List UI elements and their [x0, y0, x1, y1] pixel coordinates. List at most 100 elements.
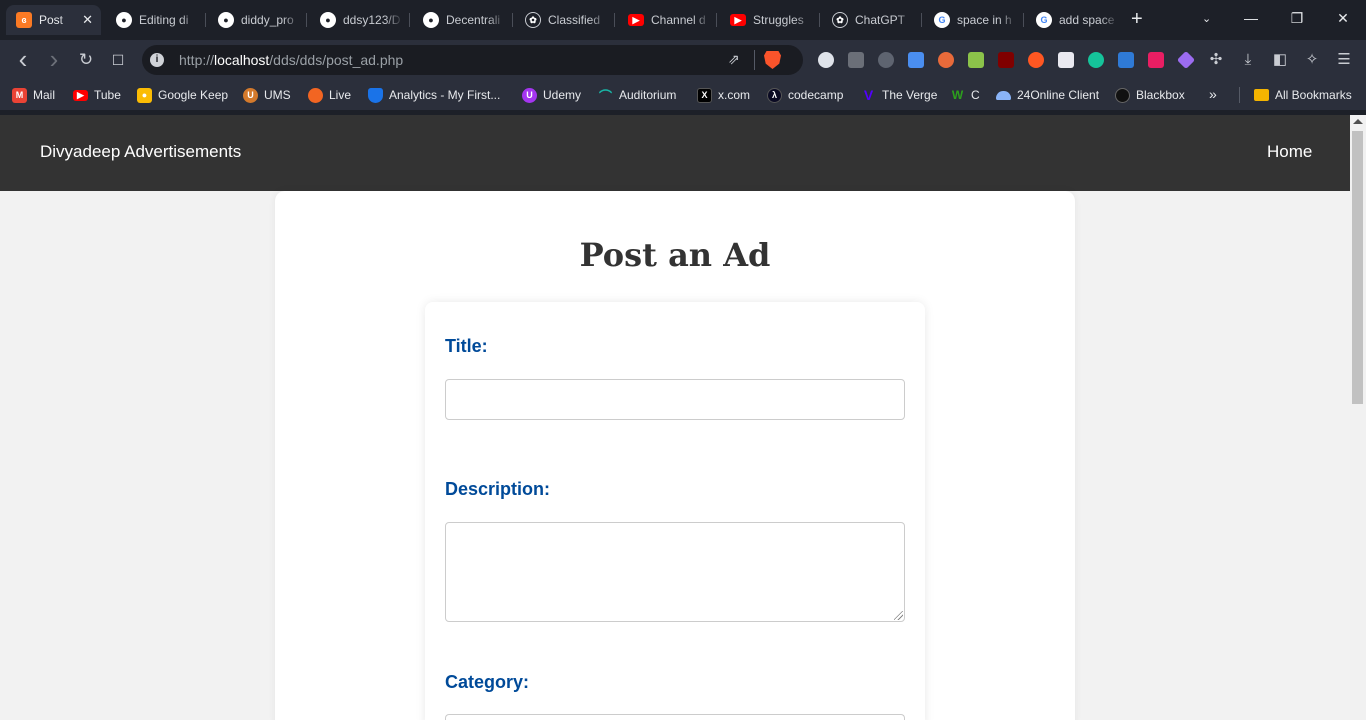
extension-glasses-icon[interactable]: [818, 52, 834, 68]
category-label: Category:: [445, 672, 530, 692]
bookmark-label: The Verge: [882, 88, 938, 102]
bookmark-label: Auditorium: [619, 88, 677, 102]
tab-label: add space: [1059, 13, 1115, 27]
bookmark-x[interactable]: Xx.com: [697, 87, 750, 103]
extension-plus-icon[interactable]: [1028, 52, 1044, 68]
bookmark-live[interactable]: Live: [308, 87, 351, 103]
bookmark-the-verge[interactable]: V The Verge: [861, 87, 938, 103]
ublock-icon[interactable]: [998, 52, 1014, 68]
tab-ddsy123[interactable]: ● ddsy123/D: [310, 5, 406, 35]
bookmark-label: Google Keep: [158, 88, 229, 102]
tab-separator: [819, 13, 820, 27]
bookmarks-overflow-icon[interactable]: »: [1209, 86, 1217, 102]
share-icon[interactable]: ⇗: [728, 51, 740, 68]
bookmark-c[interactable]: WC: [950, 87, 980, 103]
bookmark-blackbox[interactable]: Blackbox: [1115, 87, 1185, 103]
sidebar-toggle-icon[interactable]: ◧: [1270, 50, 1290, 70]
menu-icon[interactable]: ☰: [1334, 50, 1354, 70]
category-select[interactable]: [445, 714, 905, 720]
restore-button[interactable]: ❐: [1287, 10, 1307, 27]
tab-separator: [409, 13, 410, 27]
bookmark-tube[interactable]: ▶ Tube: [73, 87, 121, 103]
nav-home-link[interactable]: Home: [1267, 142, 1312, 162]
tab-chatgpt[interactable]: ✿ ChatGPT: [822, 5, 918, 35]
tab-label: Classified: [548, 13, 601, 27]
extension-network-icon[interactable]: [878, 52, 894, 68]
tab-add-space[interactable]: G add space: [1026, 5, 1122, 35]
keep-icon: ●: [137, 87, 152, 103]
bookmarks-separator: [1239, 87, 1240, 103]
bookmark-udemy[interactable]: U Udemy: [522, 87, 581, 103]
bookmark-auditorium[interactable]: ⌒ Auditorium: [598, 87, 677, 104]
ums-icon: U: [243, 87, 258, 103]
tab-editing[interactable]: ● Editing di: [106, 5, 202, 35]
post-ad-form: [425, 302, 925, 720]
back-button[interactable]: ‹: [13, 46, 33, 72]
youtube-icon: ▶: [628, 14, 644, 26]
tab-post-ad[interactable]: ɞ Post ✕: [6, 5, 101, 35]
site-info-icon[interactable]: i: [150, 53, 164, 67]
all-bookmarks-button[interactable]: All Bookmarks: [1254, 87, 1352, 103]
page-title: Post an Ad: [579, 236, 771, 274]
tab-channel[interactable]: ▶ Channel d: [618, 5, 714, 35]
tab-separator: [716, 13, 717, 27]
tab-space-in-h[interactable]: G space in h: [924, 5, 1020, 35]
minimize-button[interactable]: —: [1241, 10, 1261, 26]
leo-ai-icon[interactable]: ✧: [1302, 50, 1322, 70]
bookmark-analytics[interactable]: Analytics - My First...: [368, 87, 500, 103]
bookmark-page-button[interactable]: ☐: [108, 50, 128, 70]
tab-separator: [306, 13, 307, 27]
tab-label: Decentrali: [446, 13, 501, 27]
url-text[interactable]: http://localhost/dds/dds/post_ad.php: [179, 52, 403, 68]
scroll-up-arrow-icon[interactable]: [1353, 119, 1363, 124]
tab-label: ChatGPT: [855, 13, 906, 27]
new-tab-button[interactable]: +: [1131, 9, 1143, 29]
extension-translate-icon[interactable]: [908, 52, 924, 68]
blackbox-icon: [1115, 87, 1130, 103]
tab-label: ddsy123/D: [343, 13, 401, 27]
bookmark-codecamp[interactable]: λ codecamp: [767, 87, 843, 103]
extension-pink-icon[interactable]: [1148, 52, 1164, 68]
extensions-puzzle-icon[interactable]: ✣: [1206, 50, 1226, 70]
close-window-button[interactable]: ✕: [1333, 10, 1353, 27]
bookmark-label: Tube: [94, 88, 121, 102]
xampp-icon: ɞ: [16, 12, 32, 28]
tab-struggles[interactable]: ▶ Struggles: [720, 5, 816, 35]
tab-decentrali[interactable]: ● Decentrali: [413, 5, 509, 35]
reload-button[interactable]: ↻: [76, 50, 96, 70]
bookmark-label: Mail: [33, 88, 56, 102]
bookmark-label: UMS: [264, 88, 291, 102]
resize-handle[interactable]: [894, 611, 903, 620]
tab-diddy-pro[interactable]: ● diddy_pro: [208, 5, 304, 35]
forward-button[interactable]: ›: [44, 46, 64, 72]
tab-search-chevron-icon[interactable]: ⌄: [1202, 12, 1211, 25]
extension-tools-icon[interactable]: [968, 52, 984, 68]
github-icon: ●: [423, 12, 439, 28]
site-brand[interactable]: Divyadeep Advertisements: [40, 142, 241, 162]
youtube-icon: ▶: [73, 89, 88, 101]
bookmark-label: Analytics - My First...: [389, 88, 501, 102]
extension-screenshot-icon[interactable]: [1118, 52, 1134, 68]
bookmark-ums[interactable]: U UMS: [243, 87, 291, 103]
description-textarea[interactable]: [445, 522, 905, 622]
title-input[interactable]: [445, 379, 905, 420]
bookmark-mail[interactable]: M Mail: [12, 87, 55, 103]
bookmark-label: x.com: [718, 88, 751, 102]
close-tab-icon[interactable]: ✕: [82, 12, 93, 28]
folder-icon: [1254, 89, 1269, 101]
google-icon: G: [934, 12, 950, 28]
extension-robot-icon[interactable]: [848, 52, 864, 68]
tab-classified[interactable]: ✿ Classified: [515, 5, 611, 35]
downloads-icon[interactable]: ⤓: [1238, 50, 1258, 70]
scrollbar-thumb[interactable]: [1352, 131, 1363, 404]
extension-avatar-icon[interactable]: [938, 52, 954, 68]
address-divider: [754, 50, 755, 70]
shield-icon: [368, 87, 383, 103]
bookmark-label: C: [971, 88, 980, 102]
extension-grid-icon[interactable]: [1058, 52, 1074, 68]
grammarly-icon[interactable]: [1088, 52, 1104, 68]
bookmark-24online[interactable]: 24Online Client: [996, 87, 1099, 103]
bookmark-google-keep[interactable]: ● Google Keep: [137, 87, 228, 103]
github-icon: ●: [218, 12, 234, 28]
basketball-icon: [308, 87, 323, 103]
